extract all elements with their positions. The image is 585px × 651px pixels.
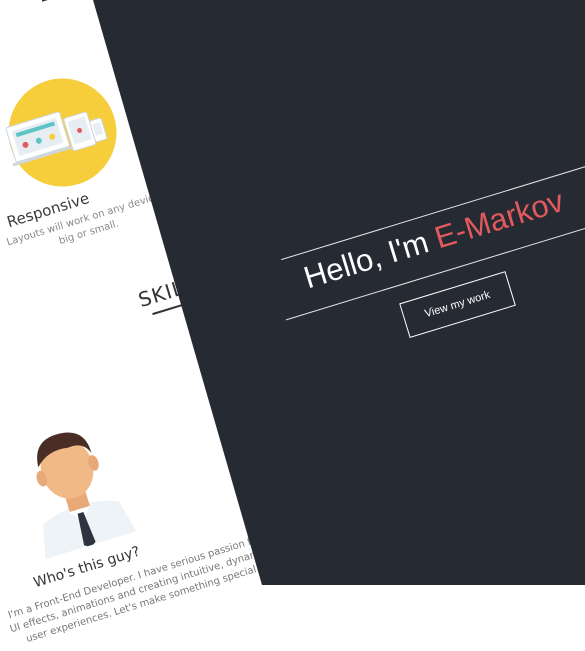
hero-heading: Hello, I'm E-Markov [300, 183, 568, 296]
avatar [36, 432, 137, 560]
hero-name: E-Markov [430, 183, 568, 256]
view-my-work-button[interactable]: View my work [399, 271, 516, 338]
